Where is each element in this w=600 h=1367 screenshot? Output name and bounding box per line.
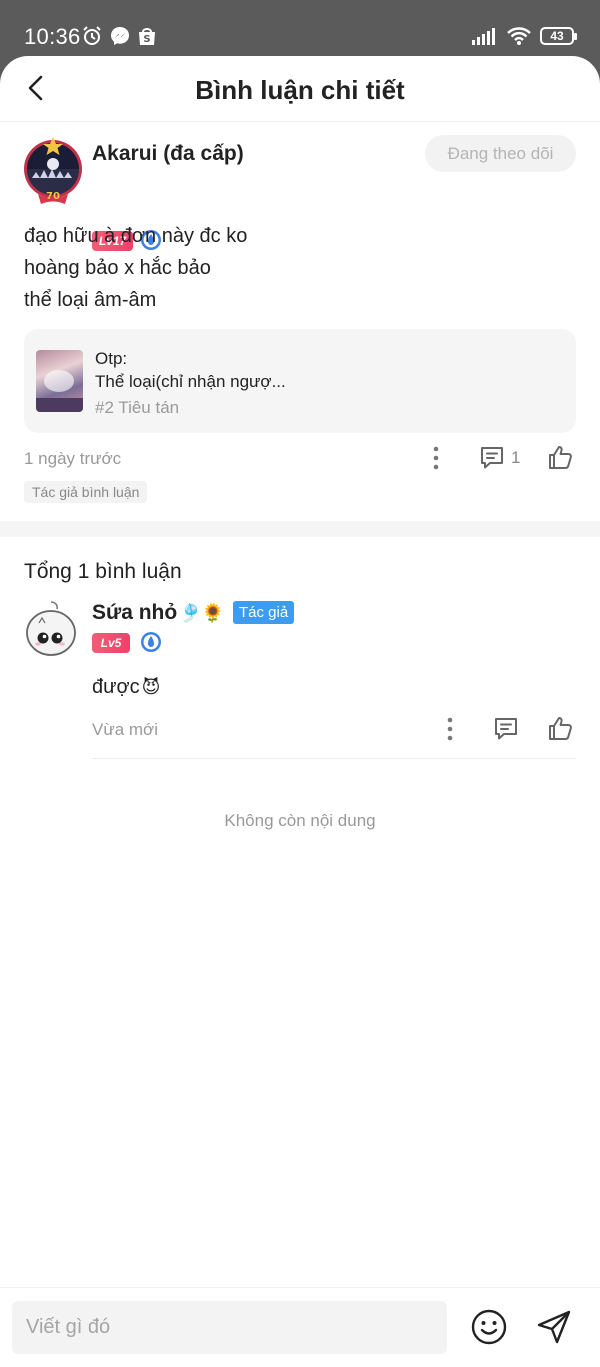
end-of-list: Không còn nội dung xyxy=(224,811,376,830)
signal-icon xyxy=(472,28,495,45)
ref-subtitle: Thể loại(chỉ nhận ngượ... xyxy=(95,372,286,391)
more-options-icon[interactable] xyxy=(439,716,461,742)
follow-button[interactable]: Đang theo dõi xyxy=(425,135,576,172)
comment-icon[interactable] xyxy=(493,716,519,742)
status-bar: 10:36 S 43 xyxy=(0,0,600,60)
level-badge: Lv5 xyxy=(92,633,130,653)
reply-timestamp: Vừa mới xyxy=(92,720,158,739)
reply-body: được xyxy=(92,676,140,698)
comment-icon xyxy=(481,447,503,469)
ref-title: Otp: xyxy=(95,349,128,368)
post-body-line: thể loại âm-âm xyxy=(24,289,157,311)
reply-divider xyxy=(92,758,576,759)
author-comment-tag: Tác giả bình luận xyxy=(24,481,148,503)
referenced-post-thumbnail xyxy=(36,350,83,412)
like-icon[interactable] xyxy=(547,715,574,742)
emoji-icon[interactable] xyxy=(470,1308,508,1346)
verified-icon xyxy=(141,632,161,652)
reply-count: 1 xyxy=(511,448,521,467)
total-comments: Tổng 1 bình luận xyxy=(24,560,182,583)
alarm-icon xyxy=(83,26,101,45)
post-timestamp: 1 ngày trước xyxy=(24,449,122,468)
svg-text:S: S xyxy=(143,34,150,45)
avatar[interactable]: 70 xyxy=(22,136,84,206)
reply-author-name[interactable]: Sứa nhỏ 🎐🌻 xyxy=(92,601,224,625)
shopee-icon: S xyxy=(139,28,155,45)
svg-text:70: 70 xyxy=(46,191,60,202)
status-right: 43 xyxy=(472,26,577,46)
ref-chapter: #2 Tiêu tán xyxy=(95,398,180,417)
page-title: Bình luận chi tiết xyxy=(195,75,405,105)
comment-input[interactable] xyxy=(12,1301,447,1354)
avatar[interactable] xyxy=(24,600,78,658)
post-body-line: hoàng bảo x hắc bảo xyxy=(24,257,211,279)
post-body-line: đạo hữu à đơn này đc ko xyxy=(24,225,248,247)
reply-button[interactable]: 1 xyxy=(479,445,520,471)
section-divider xyxy=(0,521,600,537)
post-author-name[interactable]: Akarui (đa cấp) xyxy=(92,142,244,166)
send-icon[interactable] xyxy=(535,1308,573,1346)
battery-level: 43 xyxy=(550,29,564,43)
battery-icon: 43 xyxy=(540,27,577,45)
like-icon[interactable] xyxy=(547,444,574,471)
devil-emoji: 😈 xyxy=(141,677,161,698)
comment-detail-sheet: Bình luận chi tiết 70 Akarui (đa cấp) Lv… xyxy=(0,56,600,1367)
comment-composer xyxy=(0,1287,600,1367)
messenger-icon xyxy=(111,27,129,45)
author-badge: Tác giả xyxy=(233,601,295,624)
post-body: đạo hữu à đơn này đc ko hoàng bảo x hắc … xyxy=(24,220,247,316)
reply-text: được 😈 xyxy=(92,676,160,699)
wifi-icon xyxy=(507,27,531,45)
status-time: 10:36 xyxy=(24,24,81,49)
header: Bình luận chi tiết xyxy=(0,56,600,122)
referenced-post-card[interactable]: Otp: Thể loại(chỉ nhận ngượ... #2 Tiêu t… xyxy=(24,329,576,433)
reply-author-text: Sứa nhỏ xyxy=(92,601,178,624)
more-options-icon[interactable] xyxy=(425,445,447,471)
name-emojis: 🎐🌻 xyxy=(179,602,225,624)
